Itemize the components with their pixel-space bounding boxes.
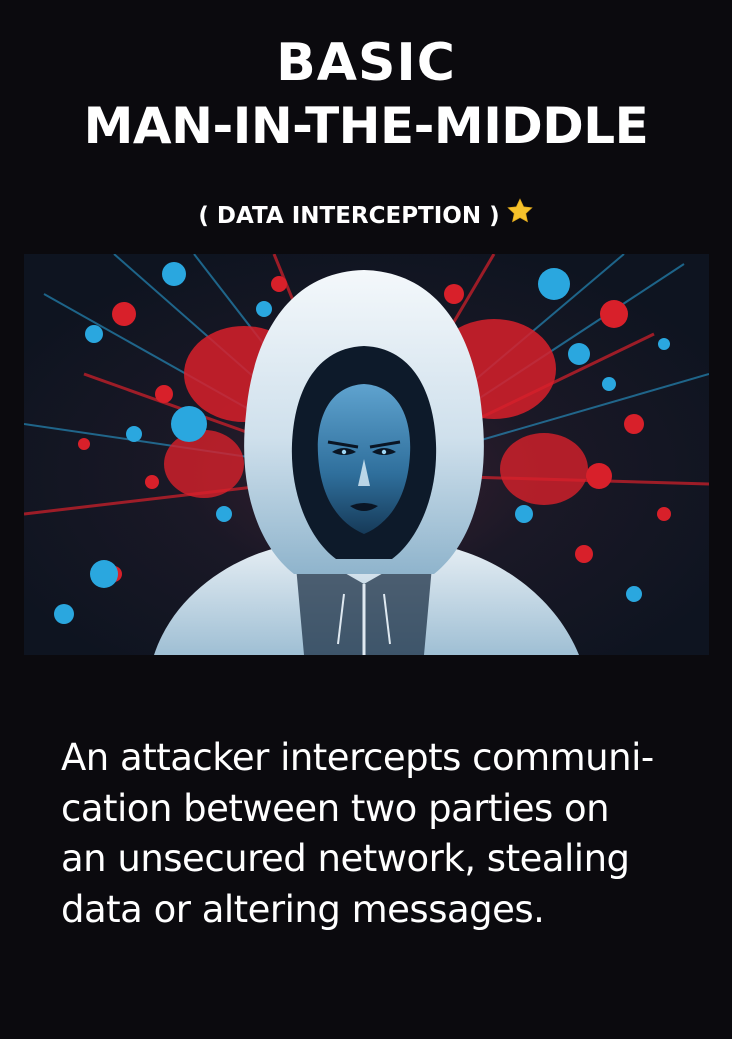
star-icon (506, 197, 534, 235)
card: BASIC MAN-IN-THE-MIDDLE ( DATA INTERCEPT… (0, 0, 732, 1039)
card-title-line-1: BASIC (276, 33, 456, 93)
description-line: cation between two parties on (61, 786, 610, 830)
hooded-hacker-illustration (24, 254, 709, 655)
description-line: data or altering messages. (61, 887, 545, 931)
subtitle-text: ( DATA INTERCEPTION ) (198, 203, 500, 229)
card-title-line-2: MAN-IN-THE-MIDDLE (83, 97, 649, 155)
description-line: an unsecured network, stealing (61, 837, 630, 880)
card-description: An attacker intercepts communi- cation b… (61, 733, 701, 935)
description-line: An attacker intercepts communi- (61, 736, 654, 779)
card-subtitle: ( DATA INTERCEPTION ) (0, 197, 732, 235)
